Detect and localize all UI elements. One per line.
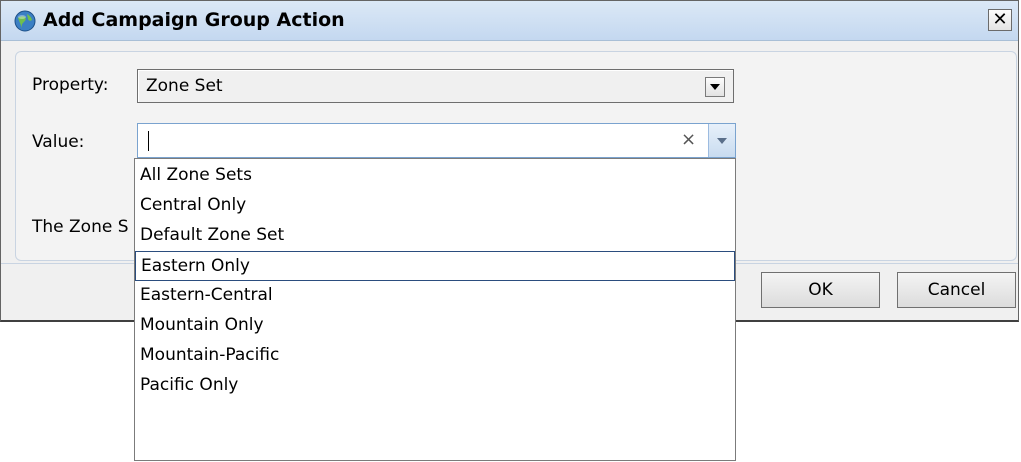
value-label: Value:: [32, 132, 85, 152]
close-button[interactable]: ✕: [988, 9, 1012, 31]
property-select-value: Zone Set: [146, 76, 223, 96]
dropdown-option[interactable]: Mountain-Pacific: [135, 341, 735, 371]
property-select[interactable]: Zone Set: [137, 69, 734, 103]
text-caret: [148, 131, 149, 151]
chevron-down-icon: [717, 137, 727, 144]
dropdown-option[interactable]: Mountain Only: [135, 311, 735, 341]
globe-icon: [14, 10, 36, 32]
dropdown-option[interactable]: Eastern-Central: [135, 281, 735, 311]
ok-button[interactable]: OK: [761, 272, 880, 308]
dropdown-option[interactable]: Central Only: [135, 191, 735, 221]
property-label: Property:: [32, 75, 109, 95]
dropdown-option[interactable]: All Zone Sets: [135, 161, 735, 191]
value-combobox[interactable]: ×: [137, 123, 736, 158]
close-icon: ✕: [992, 9, 1008, 30]
clear-icon[interactable]: ×: [681, 129, 696, 150]
dropdown-option-highlighted[interactable]: Eastern Only: [135, 251, 735, 281]
description-text: The Zone S: [32, 217, 129, 237]
dropdown-option[interactable]: Pacific Only: [135, 371, 735, 401]
value-dropdown-list[interactable]: All Zone Sets Central Only Default Zone …: [134, 158, 736, 461]
dropdown-option[interactable]: Default Zone Set: [135, 221, 735, 251]
window-title: Add Campaign Group Action: [43, 9, 345, 31]
dropdown-toggle-button[interactable]: [708, 124, 735, 157]
chevron-down-icon[interactable]: [705, 77, 725, 97]
cancel-button[interactable]: Cancel: [897, 272, 1016, 308]
title-bar[interactable]: Add Campaign Group Action ✕: [1, 1, 1018, 41]
